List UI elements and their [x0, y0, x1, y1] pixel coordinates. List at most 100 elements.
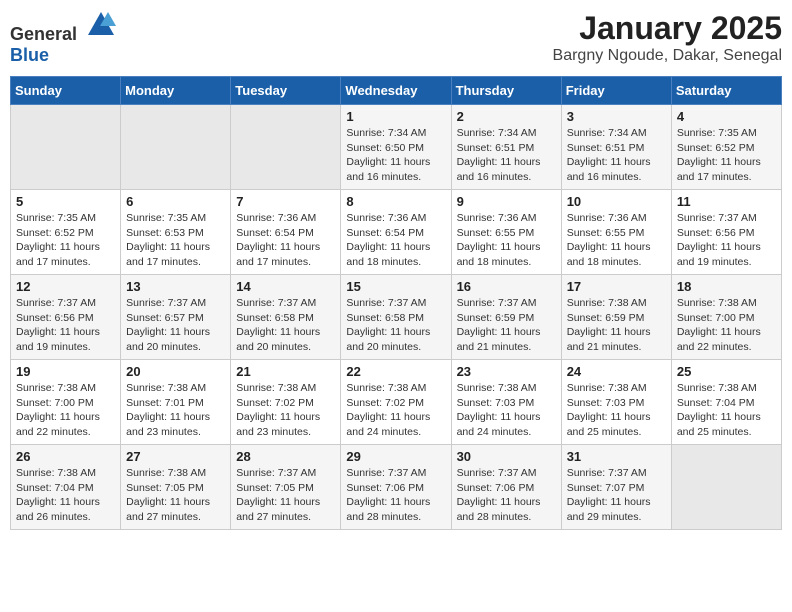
day-number: 19 [16, 364, 115, 379]
day-info: Sunrise: 7:38 AM Sunset: 7:04 PM Dayligh… [677, 381, 776, 440]
location-title: Bargny Ngoude, Dakar, Senegal [553, 47, 782, 65]
calendar-cell: 17 Sunrise: 7:38 AM Sunset: 6:59 PM Dayli… [561, 275, 671, 360]
day-number: 18 [677, 279, 776, 294]
day-info: Sunrise: 7:38 AM Sunset: 7:01 PM Dayligh… [126, 381, 225, 440]
day-info: Sunrise: 7:38 AM Sunset: 7:00 PM Dayligh… [677, 296, 776, 355]
day-info: Sunrise: 7:38 AM Sunset: 7:05 PM Dayligh… [126, 466, 225, 525]
calendar-cell: 5 Sunrise: 7:35 AM Sunset: 6:52 PM Daylig… [11, 190, 121, 275]
calendar-cell: 27 Sunrise: 7:38 AM Sunset: 7:05 PM Dayli… [121, 445, 231, 530]
weekday-header-wednesday: Wednesday [341, 77, 451, 105]
day-number: 28 [236, 449, 335, 464]
calendar-cell: 14 Sunrise: 7:37 AM Sunset: 6:58 PM Dayli… [231, 275, 341, 360]
day-info: Sunrise: 7:38 AM Sunset: 7:04 PM Dayligh… [16, 466, 115, 525]
calendar-cell: 31Sunrise: 7:37 AM Sunset: 7:07 PM Dayli… [561, 445, 671, 530]
day-number: 17 [567, 279, 666, 294]
calendar-week-3: 12 Sunrise: 7:37 AM Sunset: 6:56 PM Dayli… [11, 275, 782, 360]
day-info: Sunrise: 7:34 AM Sunset: 6:51 PM Dayligh… [457, 126, 556, 185]
calendar-cell [671, 445, 781, 530]
day-info: Sunrise: 7:36 AM Sunset: 6:54 PM Dayligh… [346, 211, 445, 270]
calendar-cell: 3 Sunrise: 7:34 AM Sunset: 6:51 PM Daylig… [561, 105, 671, 190]
day-info: Sunrise: 7:37 AM Sunset: 6:56 PM Dayligh… [16, 296, 115, 355]
calendar-cell: 6Sunrise: 7:35 AM Sunset: 6:53 PM Daylig… [121, 190, 231, 275]
logo-icon [86, 10, 116, 40]
weekday-header-row: SundayMondayTuesdayWednesdayThursdayFrid… [11, 77, 782, 105]
day-info: Sunrise: 7:37 AM Sunset: 7:06 PM Dayligh… [346, 466, 445, 525]
day-info: Sunrise: 7:35 AM Sunset: 6:53 PM Dayligh… [126, 211, 225, 270]
day-number: 5 [16, 194, 115, 209]
day-info: Sunrise: 7:37 AM Sunset: 6:58 PM Dayligh… [346, 296, 445, 355]
weekday-header-saturday: Saturday [671, 77, 781, 105]
day-number: 27 [126, 449, 225, 464]
day-number: 10 [567, 194, 666, 209]
day-number: 14 [236, 279, 335, 294]
calendar-cell: 10Sunrise: 7:36 AM Sunset: 6:55 PM Dayli… [561, 190, 671, 275]
calendar-cell: 18 Sunrise: 7:38 AM Sunset: 7:00 PM Dayli… [671, 275, 781, 360]
calendar-cell: 24 Sunrise: 7:38 AM Sunset: 7:03 PM Dayli… [561, 360, 671, 445]
weekday-header-friday: Friday [561, 77, 671, 105]
calendar-cell: 16 Sunrise: 7:37 AM Sunset: 6:59 PM Dayli… [451, 275, 561, 360]
calendar-cell: 28 Sunrise: 7:37 AM Sunset: 7:05 PM Dayli… [231, 445, 341, 530]
day-info: Sunrise: 7:37 AM Sunset: 7:05 PM Dayligh… [236, 466, 335, 525]
calendar-table: SundayMondayTuesdayWednesdayThursdayFrid… [10, 76, 782, 530]
day-info: Sunrise: 7:38 AM Sunset: 7:03 PM Dayligh… [567, 381, 666, 440]
day-number: 13 [126, 279, 225, 294]
day-info: Sunrise: 7:34 AM Sunset: 6:51 PM Dayligh… [567, 126, 666, 185]
logo: General Blue [10, 10, 116, 66]
day-number: 11 [677, 194, 776, 209]
day-info: Sunrise: 7:36 AM Sunset: 6:54 PM Dayligh… [236, 211, 335, 270]
calendar-cell: 4 Sunrise: 7:35 AM Sunset: 6:52 PM Daylig… [671, 105, 781, 190]
day-number: 12 [16, 279, 115, 294]
day-info: Sunrise: 7:38 AM Sunset: 7:02 PM Dayligh… [346, 381, 445, 440]
day-info: Sunrise: 7:37 AM Sunset: 6:56 PM Dayligh… [677, 211, 776, 270]
day-info: Sunrise: 7:38 AM Sunset: 7:02 PM Dayligh… [236, 381, 335, 440]
calendar-cell [11, 105, 121, 190]
calendar-cell [231, 105, 341, 190]
calendar-cell: 8 Sunrise: 7:36 AM Sunset: 6:54 PM Daylig… [341, 190, 451, 275]
day-number: 25 [677, 364, 776, 379]
day-info: Sunrise: 7:35 AM Sunset: 6:52 PM Dayligh… [16, 211, 115, 270]
calendar-week-2: 5 Sunrise: 7:35 AM Sunset: 6:52 PM Daylig… [11, 190, 782, 275]
calendar-cell: 19Sunrise: 7:38 AM Sunset: 7:00 PM Dayli… [11, 360, 121, 445]
calendar-cell: 7 Sunrise: 7:36 AM Sunset: 6:54 PM Daylig… [231, 190, 341, 275]
day-info: Sunrise: 7:37 AM Sunset: 6:58 PM Dayligh… [236, 296, 335, 355]
day-info: Sunrise: 7:34 AM Sunset: 6:50 PM Dayligh… [346, 126, 445, 185]
logo-general: General [10, 24, 77, 44]
day-number: 21 [236, 364, 335, 379]
calendar-cell: 12 Sunrise: 7:37 AM Sunset: 6:56 PM Dayli… [11, 275, 121, 360]
day-number: 1 [346, 109, 445, 124]
calendar-cell: 22 Sunrise: 7:38 AM Sunset: 7:02 PM Dayli… [341, 360, 451, 445]
page-header: General Blue January 2025 Bargny Ngoude,… [10, 10, 782, 66]
weekday-header-thursday: Thursday [451, 77, 561, 105]
day-info: Sunrise: 7:37 AM Sunset: 6:59 PM Dayligh… [457, 296, 556, 355]
day-number: 20 [126, 364, 225, 379]
calendar-cell: 9Sunrise: 7:36 AM Sunset: 6:55 PM Daylig… [451, 190, 561, 275]
day-number: 22 [346, 364, 445, 379]
day-info: Sunrise: 7:35 AM Sunset: 6:52 PM Dayligh… [677, 126, 776, 185]
day-number: 2 [457, 109, 556, 124]
calendar-cell: 11 Sunrise: 7:37 AM Sunset: 6:56 PM Dayli… [671, 190, 781, 275]
day-number: 29 [346, 449, 445, 464]
day-number: 15 [346, 279, 445, 294]
day-info: Sunrise: 7:37 AM Sunset: 7:07 PM Dayligh… [567, 466, 666, 525]
day-info: Sunrise: 7:38 AM Sunset: 6:59 PM Dayligh… [567, 296, 666, 355]
logo-text: General Blue [10, 10, 116, 66]
day-number: 16 [457, 279, 556, 294]
calendar-cell: 30Sunrise: 7:37 AM Sunset: 7:06 PM Dayli… [451, 445, 561, 530]
calendar-cell: 25 Sunrise: 7:38 AM Sunset: 7:04 PM Dayli… [671, 360, 781, 445]
title-block: January 2025 Bargny Ngoude, Dakar, Seneg… [553, 10, 782, 65]
calendar-cell: 15 Sunrise: 7:37 AM Sunset: 6:58 PM Dayli… [341, 275, 451, 360]
day-info: Sunrise: 7:37 AM Sunset: 6:57 PM Dayligh… [126, 296, 225, 355]
day-number: 7 [236, 194, 335, 209]
calendar-cell: 20 Sunrise: 7:38 AM Sunset: 7:01 PM Dayli… [121, 360, 231, 445]
logo-blue: Blue [10, 45, 49, 65]
calendar-cell: 23Sunrise: 7:38 AM Sunset: 7:03 PM Dayli… [451, 360, 561, 445]
calendar-cell: 1 Sunrise: 7:34 AM Sunset: 6:50 PM Daylig… [341, 105, 451, 190]
calendar-week-1: 1 Sunrise: 7:34 AM Sunset: 6:50 PM Daylig… [11, 105, 782, 190]
day-number: 3 [567, 109, 666, 124]
day-number: 8 [346, 194, 445, 209]
calendar-week-4: 19Sunrise: 7:38 AM Sunset: 7:00 PM Dayli… [11, 360, 782, 445]
day-number: 4 [677, 109, 776, 124]
weekday-header-monday: Monday [121, 77, 231, 105]
day-number: 24 [567, 364, 666, 379]
calendar-cell: 2 Sunrise: 7:34 AM Sunset: 6:51 PM Daylig… [451, 105, 561, 190]
